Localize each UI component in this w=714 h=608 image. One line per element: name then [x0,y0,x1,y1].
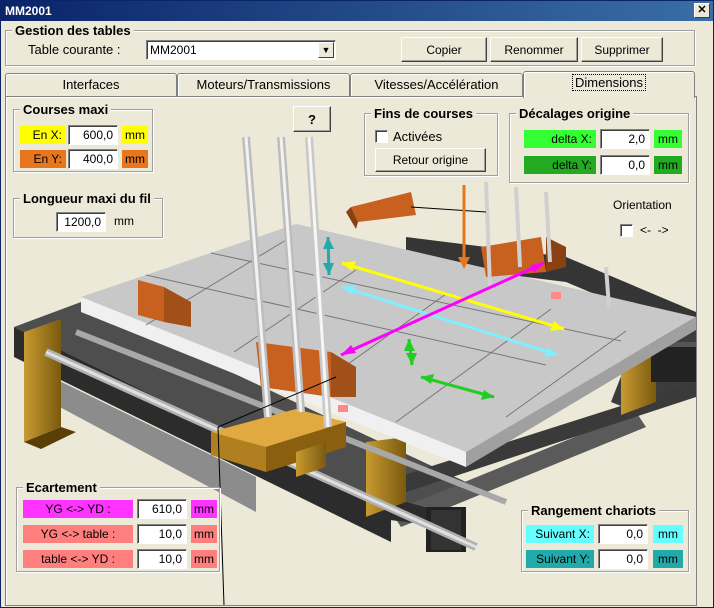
parking-x-input[interactable] [598,524,648,544]
title-bar: MM2001 ✕ [1,1,713,21]
parking-group: Rangement chariots Suivant X: mm Suivant… [521,503,689,572]
table-yd-unit: mm [191,550,217,568]
tab-dimensions-label: Dimensions [572,74,646,91]
delta-y-unit: mm [654,156,682,174]
limits-enabled-label: Activées [393,129,443,144]
courses-title: Courses maxi [20,102,112,117]
tab-dimensions[interactable]: Dimensions [523,71,695,98]
courses-x-input[interactable] [68,125,118,145]
parking-y-label: Suivant Y: [526,550,594,568]
courses-y-input[interactable] [68,149,118,169]
dimensions-panel: ? Courses maxi En X: mm En Y: mm Longueu… [5,96,697,606]
copy-button[interactable]: Copier [401,37,487,62]
delta-y-input[interactable] [600,155,650,175]
table-yd-input[interactable] [137,549,187,569]
help-button[interactable]: ? [293,106,331,132]
table-yd-label: table <-> YD : [23,550,133,568]
yg-table-input[interactable] [137,524,187,544]
rename-button[interactable]: Renommer [490,37,578,62]
tables-group: Gestion des tables Table courante : MM20… [5,23,695,66]
parking-title: Rangement chariots [528,503,659,518]
wire-group: Longueur maxi du fil mm [13,191,163,238]
window-title: MM2001 [5,4,52,18]
courses-y-label: En Y: [20,150,66,168]
close-button[interactable]: ✕ [694,3,710,18]
current-table-select[interactable]: MM2001 ▼ [146,40,336,60]
wire-length-input[interactable] [56,212,106,232]
wire-unit: mm [114,214,134,228]
orientation-label: Orientation [613,198,672,212]
tab-motors[interactable]: Moteurs/Transmissions [177,73,350,97]
parking-y-input[interactable] [598,549,648,569]
spacing-title: Ecartement [23,480,100,495]
tab-speeds[interactable]: Vitesses/Accélération [350,73,523,97]
yg-yd-input[interactable] [137,499,187,519]
yg-table-label: YG <-> table : [23,525,133,543]
delta-x-input[interactable] [600,129,650,149]
tab-interfaces-label: Interfaces [62,77,120,92]
tab-bar: Interfaces Moteurs/Transmissions Vitesse… [5,71,697,98]
courses-group: Courses maxi En X: mm En Y: mm [13,102,153,172]
delta-x-unit: mm [654,130,682,148]
limits-title: Fins de courses [371,106,476,121]
tables-group-title: Gestion des tables [12,23,134,38]
offsets-group: Décalages origine delta X: mm delta Y: m… [509,106,689,183]
offsets-title: Décalages origine [516,106,634,121]
tab-interfaces[interactable]: Interfaces [5,73,177,97]
parking-x-unit: mm [653,525,683,543]
chevron-down-icon[interactable]: ▼ [318,42,334,58]
courses-y-unit: mm [122,150,148,168]
courses-x-unit: mm [122,126,148,144]
courses-x-label: En X: [20,126,66,144]
wire-title: Longueur maxi du fil [20,191,154,206]
limits-group: Fins de courses Activées Retour origine [364,106,498,176]
orientation-checkbox[interactable] [620,224,633,237]
current-table-label: Table courante : [28,42,121,57]
yg-table-unit: mm [191,525,217,543]
tab-motors-label: Moteurs/Transmissions [196,77,331,92]
delete-button[interactable]: Supprimer [581,37,663,62]
orientation-arrows: <- -> [640,223,669,237]
tab-speeds-label: Vitesses/Accélération [374,77,499,92]
parking-x-label: Suivant X: [526,525,594,543]
parking-y-unit: mm [653,550,683,568]
return-origin-button[interactable]: Retour origine [375,148,486,172]
delta-y-label: delta Y: [524,156,596,174]
yg-yd-unit: mm [191,500,217,518]
yg-yd-label: YG <-> YD : [23,500,133,518]
spacing-group: Ecartement YG <-> YD : mm YG <-> table :… [16,480,220,572]
current-table-value: MM2001 [150,43,197,57]
delta-x-label: delta X: [524,130,596,148]
limits-enabled-checkbox[interactable] [375,130,388,143]
main-window: MM2001 ✕ Gestion des tables Table couran… [0,0,714,608]
